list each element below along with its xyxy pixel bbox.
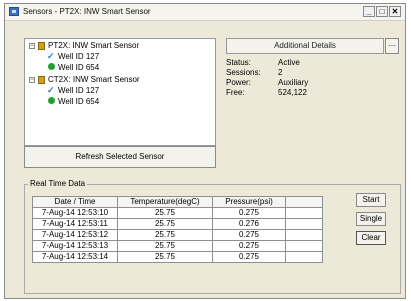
sessions-value: 2	[278, 68, 283, 77]
cell-pressure: 0.275	[212, 240, 286, 252]
cell-temperature: 25.75	[117, 229, 213, 241]
free-label: Free:	[226, 88, 245, 97]
title-bar[interactable]: Sensors - PT2X: INW Smart Sensor _ □ ✕	[5, 4, 405, 21]
clear-button[interactable]: Clear	[356, 231, 386, 245]
cell-filler	[285, 229, 323, 241]
more-button[interactable]: ...	[385, 38, 399, 54]
sensor-icon	[38, 76, 45, 84]
real-time-data-table[interactable]: Date / Time Temperature(degC) Pressure(p…	[32, 196, 323, 263]
real-time-data-label: Real Time Data	[28, 179, 88, 188]
table-row[interactable]: 7-Aug-14 12:53:12 25.75 0.275	[32, 229, 323, 241]
cell-datetime: 7-Aug-14 12:53:13	[32, 240, 118, 252]
cell-temperature: 25.75	[117, 240, 213, 252]
check-icon: ✓	[47, 51, 55, 61]
column-header-filler	[285, 196, 323, 208]
power-label: Power:	[226, 78, 251, 87]
status-value: Active	[278, 58, 300, 67]
tree-item-sensor[interactable]: CT2X: INW Smart Sensor	[48, 75, 140, 85]
cell-filler	[285, 251, 323, 263]
collapse-expander[interactable]: −	[29, 43, 35, 49]
cell-filler	[285, 240, 323, 252]
app-icon	[9, 7, 19, 16]
cell-datetime: 7-Aug-14 12:53:11	[32, 218, 118, 230]
cell-datetime: 7-Aug-14 12:53:14	[32, 251, 118, 263]
cell-pressure: 0.275	[212, 251, 286, 263]
green-dot-icon	[48, 96, 55, 106]
refresh-sensor-button[interactable]: Refresh Selected Sensor	[24, 146, 216, 168]
window-title: Sensors - PT2X: INW Smart Sensor	[23, 7, 151, 16]
minimize-button[interactable]: _	[363, 6, 375, 17]
column-header-temperature[interactable]: Temperature(degC)	[117, 196, 213, 208]
cell-temperature: 25.75	[117, 218, 213, 230]
cell-temperature: 25.75	[117, 207, 213, 219]
cell-datetime: 7-Aug-14 12:53:10	[32, 207, 118, 219]
cell-filler	[285, 207, 323, 219]
cell-datetime: 7-Aug-14 12:53:12	[32, 229, 118, 241]
cell-filler	[285, 218, 323, 230]
collapse-expander[interactable]: −	[29, 77, 35, 83]
tree-item-well[interactable]: Well ID 654	[58, 63, 99, 73]
window-controls: _ □ ✕	[363, 6, 401, 17]
additional-details-header: Additional Details	[226, 38, 384, 54]
cell-pressure: 0.276	[212, 218, 286, 230]
check-icon: ✓	[47, 85, 55, 95]
free-value: 524,122	[278, 88, 307, 97]
sensor-tree[interactable]: − PT2X: INW Smart Sensor ✓ Well ID 127 W…	[24, 38, 216, 146]
close-button[interactable]: ✕	[389, 6, 401, 17]
table-row[interactable]: 7-Aug-14 12:53:10 25.75 0.275	[32, 207, 323, 219]
table-header-row: Date / Time Temperature(degC) Pressure(p…	[32, 196, 323, 208]
sessions-label: Sessions:	[226, 68, 261, 77]
power-value: Auxiliary	[278, 78, 309, 87]
table-row[interactable]: 7-Aug-14 12:53:11 25.75 0.276	[32, 218, 323, 230]
maximize-button[interactable]: □	[376, 6, 388, 17]
table-row[interactable]: 7-Aug-14 12:53:13 25.75 0.275	[32, 240, 323, 252]
table-row[interactable]: 7-Aug-14 12:53:14 25.75 0.275	[32, 251, 323, 263]
status-label: Status:	[226, 58, 251, 67]
single-button[interactable]: Single	[356, 212, 386, 226]
tree-item-well[interactable]: Well ID 127	[58, 86, 99, 96]
sensor-icon	[38, 42, 45, 50]
column-header-pressure[interactable]: Pressure(psi)	[212, 196, 286, 208]
cell-temperature: 25.75	[117, 251, 213, 263]
tree-item-sensor[interactable]: PT2X: INW Smart Sensor	[48, 41, 139, 51]
start-button[interactable]: Start	[356, 193, 386, 207]
tree-item-well[interactable]: Well ID 654	[58, 97, 99, 107]
cell-pressure: 0.275	[212, 229, 286, 241]
tree-item-well[interactable]: Well ID 127	[58, 52, 99, 62]
cell-pressure: 0.275	[212, 207, 286, 219]
green-dot-icon	[48, 62, 55, 72]
column-header-datetime[interactable]: Date / Time	[32, 196, 118, 208]
